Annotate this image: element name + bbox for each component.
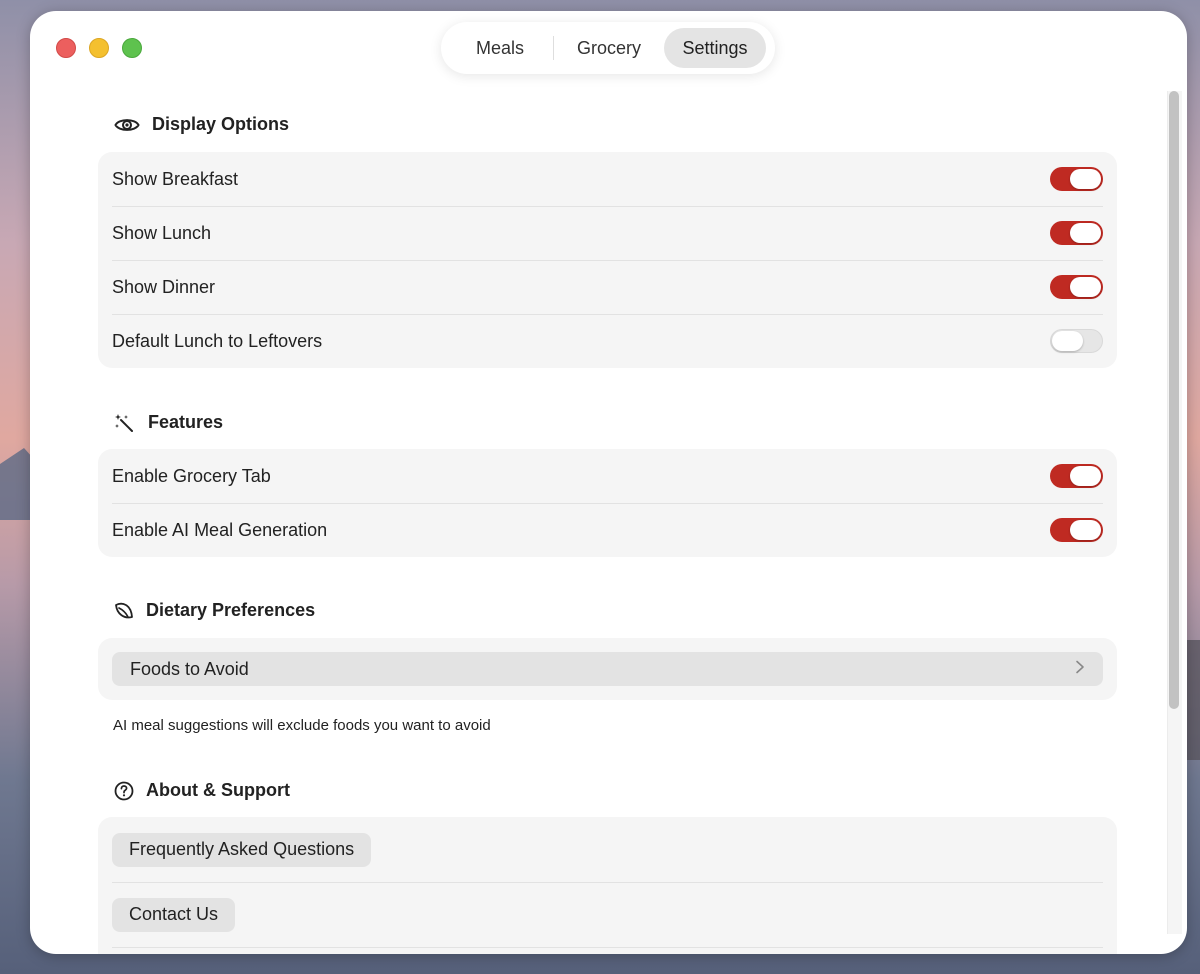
scrollbar-thumb[interactable] bbox=[1169, 91, 1179, 709]
tab-settings[interactable]: Settings bbox=[664, 28, 766, 68]
enable-ai-meal-generation-toggle[interactable] bbox=[1050, 518, 1103, 542]
dietary-footnote: AI meal suggestions will exclude foods y… bbox=[113, 717, 491, 734]
display-options-card: Show Breakfast Show Lunch Show Dinner De… bbox=[98, 152, 1117, 368]
enable-grocery-tab-toggle[interactable] bbox=[1050, 464, 1103, 488]
section-title: About & Support bbox=[146, 780, 290, 800]
default-lunch-leftovers-toggle[interactable] bbox=[1050, 329, 1103, 353]
chevron-right-icon bbox=[1075, 660, 1085, 679]
row-label: Enable AI Meal Generation bbox=[112, 519, 328, 540]
foods-to-avoid-row[interactable]: Foods to Avoid bbox=[112, 652, 1103, 686]
faq-button[interactable]: Frequently Asked Questions bbox=[112, 832, 372, 867]
toggle-row-default-lunch-leftovers: Default Lunch to Leftovers bbox=[98, 314, 1117, 368]
contact-row: Contact Us bbox=[98, 882, 1117, 947]
section-title: Features bbox=[148, 412, 224, 432]
section-dietary-preferences: Dietary Preferences bbox=[114, 600, 315, 621]
toggle-row-show-breakfast: Show Breakfast bbox=[98, 152, 1117, 206]
row-label: Show Lunch bbox=[112, 222, 212, 243]
toggle-row-enable-grocery-tab: Enable Grocery Tab bbox=[98, 449, 1117, 503]
tab-grocery[interactable]: Grocery bbox=[554, 28, 664, 68]
faq-row: Frequently Asked Questions bbox=[98, 817, 1117, 882]
more-row bbox=[98, 947, 1117, 954]
section-about-support: About & Support bbox=[114, 780, 290, 801]
show-lunch-toggle[interactable] bbox=[1050, 221, 1103, 245]
row-label: Enable Grocery Tab bbox=[112, 465, 271, 486]
row-label: Default Lunch to Leftovers bbox=[112, 330, 323, 351]
dietary-card: Foods to Avoid bbox=[98, 638, 1117, 700]
toggle-row-show-lunch: Show Lunch bbox=[98, 206, 1117, 260]
features-card: Enable Grocery Tab Enable AI Meal Genera… bbox=[98, 449, 1117, 557]
show-dinner-toggle[interactable] bbox=[1050, 275, 1103, 299]
row-label: Foods to Avoid bbox=[130, 658, 249, 679]
magic-wand-icon bbox=[114, 413, 134, 433]
toggle-row-show-dinner: Show Dinner bbox=[98, 260, 1117, 314]
tab-switcher: Meals Grocery Settings bbox=[441, 22, 775, 74]
question-circle-icon bbox=[114, 781, 134, 801]
show-breakfast-toggle[interactable] bbox=[1050, 167, 1103, 191]
contact-us-button[interactable]: Contact Us bbox=[112, 897, 236, 932]
app-window: Meals Grocery Settings Display Options S… bbox=[30, 11, 1187, 954]
minimize-window-button[interactable] bbox=[89, 38, 109, 58]
row-label: Show Dinner bbox=[112, 276, 216, 297]
toggle-row-enable-ai-meal-generation: Enable AI Meal Generation bbox=[98, 503, 1117, 557]
section-title: Dietary Preferences bbox=[146, 600, 316, 620]
tab-meals[interactable]: Meals bbox=[447, 28, 553, 68]
section-features: Features bbox=[114, 412, 223, 433]
eye-icon bbox=[114, 116, 140, 134]
section-title: Display Options bbox=[152, 114, 290, 134]
close-window-button[interactable] bbox=[56, 38, 76, 58]
about-card: Frequently Asked Questions Contact Us bbox=[98, 817, 1117, 954]
section-display-options: Display Options bbox=[114, 114, 289, 135]
zoom-window-button[interactable] bbox=[122, 38, 142, 58]
row-label: Show Breakfast bbox=[112, 168, 239, 189]
leaf-icon bbox=[114, 601, 134, 621]
